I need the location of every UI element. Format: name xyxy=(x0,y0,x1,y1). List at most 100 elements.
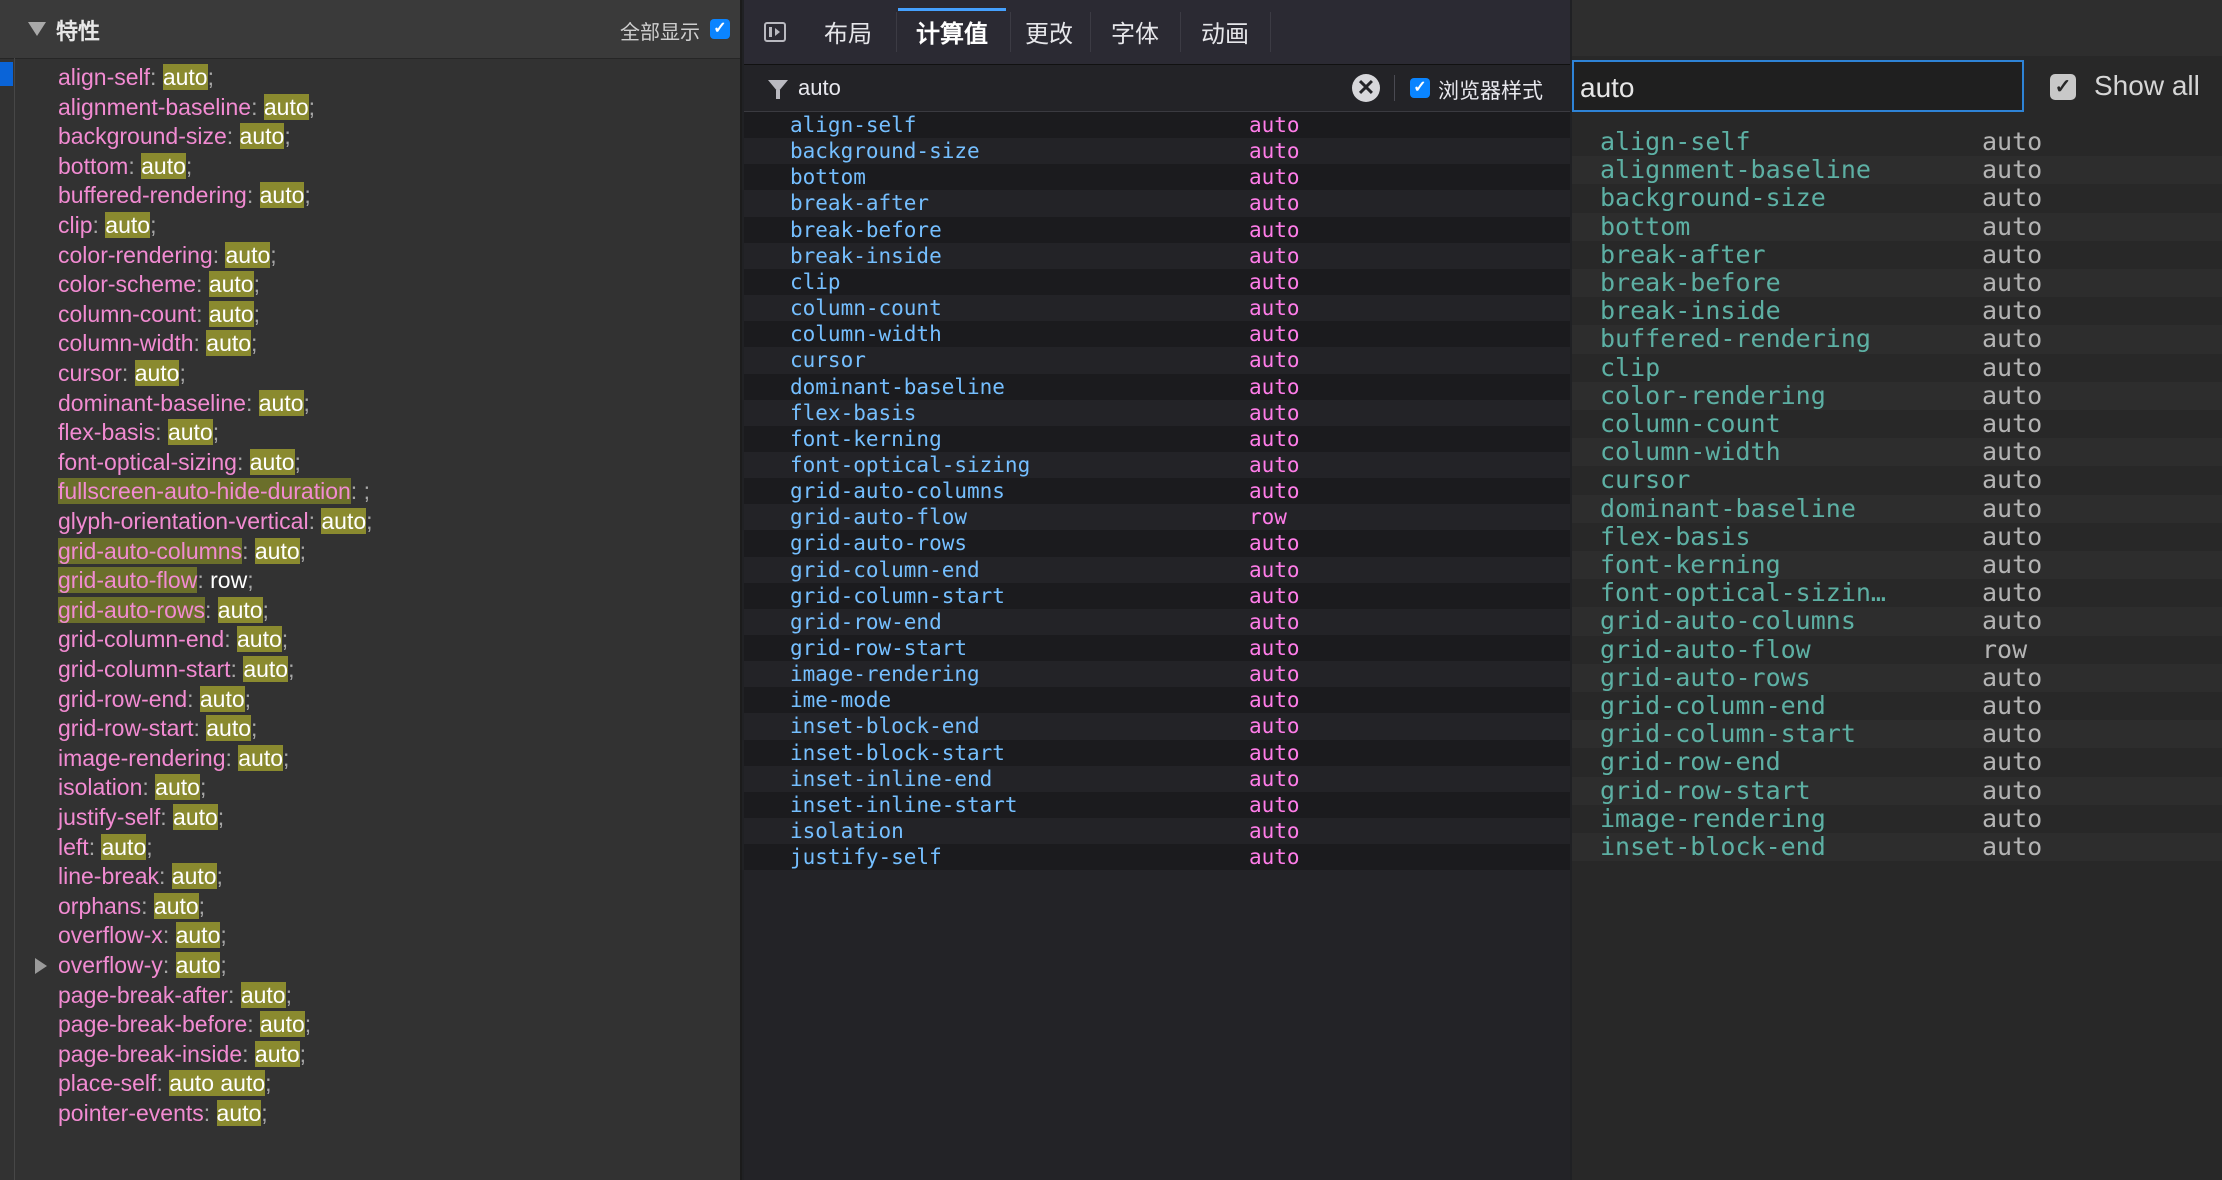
computed-row[interactable]: grid-column-end auto xyxy=(1572,691,2222,720)
property-row[interactable]: cursor: auto; xyxy=(58,358,186,389)
property-row[interactable]: orphans: auto; xyxy=(58,891,205,922)
computed-row[interactable]: alignment-baseline auto xyxy=(1572,155,2222,185)
property-row[interactable]: font-optical-sizing: auto; xyxy=(58,447,301,478)
property-row[interactable]: pointer-events: auto; xyxy=(58,1098,268,1129)
computed-row[interactable]: background-size auto xyxy=(744,138,1570,164)
computed-row[interactable]: font-kerning auto xyxy=(744,425,1570,452)
computed-row[interactable]: buffered-rendering auto xyxy=(1572,325,2222,354)
computed-row[interactable]: column-width auto xyxy=(744,321,1570,348)
computed-row[interactable]: dominant-baseline auto xyxy=(1572,494,2222,523)
property-row[interactable]: image-rendering: auto; xyxy=(58,743,289,774)
property-row[interactable]: page-break-after: auto; xyxy=(58,980,292,1011)
computed-row[interactable]: grid-row-start auto xyxy=(1572,776,2222,805)
computed-row[interactable]: inset-inline-end auto xyxy=(744,766,1570,792)
computed-row[interactable]: font-optical-sizin… auto xyxy=(1572,578,2222,607)
computed-row[interactable]: align-self auto xyxy=(744,112,1570,139)
computed-row[interactable]: clip auto xyxy=(1572,353,2222,382)
computed-row[interactable]: flex-basis auto xyxy=(1572,522,2222,551)
property-row[interactable]: overflow-x: auto; xyxy=(58,920,227,951)
computed-row[interactable]: isolation auto xyxy=(744,818,1570,844)
tab-layout[interactable]: 布局 xyxy=(804,0,892,64)
property-row[interactable]: flex-basis: auto; xyxy=(58,417,219,448)
computed-row[interactable]: grid-auto-flow row xyxy=(1572,635,2222,664)
computed-row[interactable]: inset-block-start auto xyxy=(744,739,1570,766)
computed-row[interactable]: break-inside auto xyxy=(744,243,1570,269)
property-row[interactable]: column-count: auto; xyxy=(58,299,260,330)
computed-row[interactable]: align-self auto xyxy=(1572,127,2222,156)
property-row[interactable]: buffered-rendering: auto; xyxy=(58,180,311,211)
toggle-sidebar-icon[interactable] xyxy=(764,22,786,42)
disclosure-triangle-icon[interactable] xyxy=(35,958,47,974)
property-row[interactable]: line-break: auto; xyxy=(58,861,223,892)
property-row[interactable]: clip: auto; xyxy=(58,210,156,241)
computed-row[interactable]: grid-column-start auto xyxy=(1572,719,2222,749)
computed-row[interactable]: break-after auto xyxy=(1572,240,2222,269)
property-row[interactable]: page-break-before: auto; xyxy=(58,1009,311,1040)
tab-computed[interactable]: 计算值 xyxy=(898,0,1006,64)
property-row[interactable]: grid-auto-rows: auto; xyxy=(58,595,269,626)
computed-row[interactable]: background-size auto xyxy=(1572,184,2222,212)
computed-row[interactable]: column-count auto xyxy=(1572,409,2222,438)
computed-row[interactable]: break-after auto xyxy=(744,190,1570,216)
computed-row[interactable]: image-rendering auto xyxy=(1572,804,2222,833)
computed-row[interactable]: grid-row-end auto xyxy=(1572,748,2222,776)
property-row[interactable]: grid-column-end: auto; xyxy=(58,624,288,655)
computed-row[interactable]: column-width auto xyxy=(1572,437,2222,467)
computed-row[interactable]: break-before auto xyxy=(1572,268,2222,298)
show-all-label[interactable]: Show all xyxy=(2094,70,2200,102)
property-row[interactable]: page-break-inside: auto; xyxy=(58,1039,306,1070)
property-row[interactable]: overflow-y: auto; xyxy=(35,950,227,981)
computed-row[interactable]: grid-row-start auto xyxy=(744,635,1570,662)
property-row[interactable]: bottom: auto; xyxy=(58,151,192,182)
property-row[interactable]: grid-auto-columns: auto; xyxy=(58,536,306,567)
property-row[interactable]: fullscreen-auto-hide-duration: ; xyxy=(58,476,370,507)
computed-row[interactable]: ime-mode auto xyxy=(744,687,1570,714)
tab-animations[interactable]: 动画 xyxy=(1184,0,1266,64)
computed-row[interactable]: grid-column-start auto xyxy=(744,582,1570,609)
computed-row[interactable]: inset-block-end auto xyxy=(1572,832,2222,862)
computed-row[interactable]: bottom auto xyxy=(1572,212,2222,241)
computed-row[interactable]: grid-auto-columns auto xyxy=(744,478,1570,505)
computed-row[interactable]: flex-basis auto xyxy=(744,400,1570,426)
show-all-label[interactable]: 全部显示 xyxy=(620,16,700,45)
property-row[interactable]: grid-column-start: auto; xyxy=(58,654,294,685)
property-row[interactable]: dominant-baseline: auto; xyxy=(58,388,310,419)
computed-row[interactable]: clip auto xyxy=(744,268,1570,296)
property-row[interactable]: column-width: auto; xyxy=(58,328,257,359)
computed-row[interactable]: font-kerning auto xyxy=(1572,550,2222,580)
property-row[interactable]: isolation: auto; xyxy=(58,772,206,803)
computed-row[interactable]: bottom auto xyxy=(744,164,1570,191)
browser-styles-label[interactable]: 浏览器样式 xyxy=(1438,75,1543,105)
computed-row[interactable]: justify-self auto xyxy=(744,844,1570,871)
property-row[interactable]: justify-self: auto; xyxy=(58,802,224,833)
computed-row[interactable]: grid-auto-rows auto xyxy=(744,530,1570,557)
property-row[interactable]: background-size: auto; xyxy=(58,121,291,152)
property-row[interactable]: grid-row-end: auto; xyxy=(58,684,251,715)
property-row[interactable]: alignment-baseline: auto; xyxy=(58,92,315,123)
tab-fonts[interactable]: 字体 xyxy=(1094,0,1176,64)
browser-styles-checkbox[interactable]: ✓ xyxy=(1410,78,1430,98)
computed-row[interactable]: cursor auto xyxy=(744,347,1570,373)
computed-row[interactable]: color-rendering auto xyxy=(1572,381,2222,410)
collapse-triangle-icon[interactable] xyxy=(28,22,46,36)
computed-row[interactable]: font-optical-sizing auto xyxy=(744,452,1570,478)
property-row[interactable]: grid-auto-flow: row; xyxy=(58,565,254,596)
computed-row[interactable]: grid-row-end auto xyxy=(744,609,1570,635)
properties-header[interactable]: 特性 全部显示 ✓ xyxy=(0,0,740,59)
property-row[interactable]: color-scheme: auto; xyxy=(58,269,260,300)
computed-row[interactable]: break-inside auto xyxy=(1572,296,2222,325)
property-row[interactable]: color-rendering: auto; xyxy=(58,240,277,271)
computed-row[interactable]: inset-inline-start auto xyxy=(744,791,1570,819)
computed-row[interactable]: grid-auto-rows auto xyxy=(1572,663,2222,692)
computed-row[interactable]: image-rendering auto xyxy=(744,661,1570,687)
filter-input[interactable]: auto xyxy=(798,75,841,101)
property-row[interactable]: place-self: auto auto; xyxy=(58,1068,272,1099)
property-row[interactable]: left: auto; xyxy=(58,832,153,863)
computed-row[interactable]: grid-column-end auto xyxy=(744,557,1570,583)
computed-row[interactable]: grid-auto-columns auto xyxy=(1572,607,2222,636)
computed-row[interactable]: break-before auto xyxy=(744,216,1570,243)
property-row[interactable]: align-self: auto; xyxy=(58,62,214,93)
show-all-checkbox[interactable]: ✓ xyxy=(2050,74,2076,100)
filter-input[interactable]: auto xyxy=(1572,60,2024,112)
show-all-checkbox[interactable]: ✓ xyxy=(710,19,730,39)
